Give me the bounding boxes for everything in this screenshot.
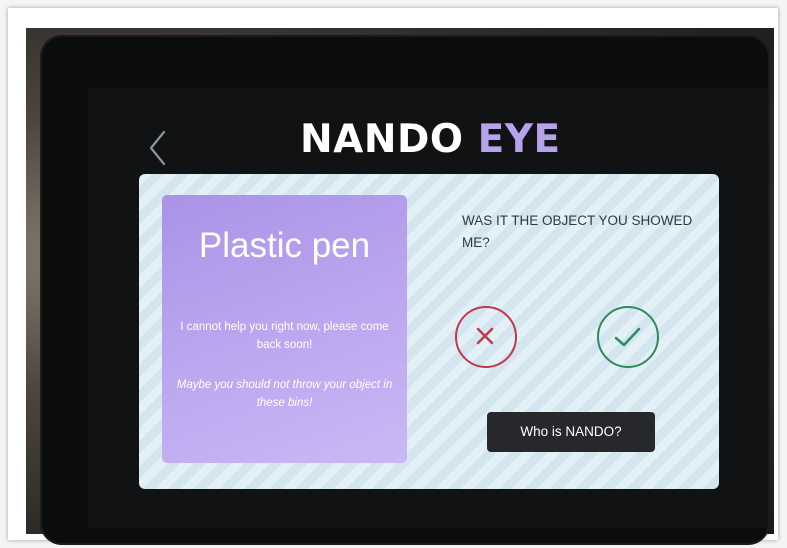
confirm-button[interactable]	[597, 306, 659, 368]
check-icon	[614, 327, 641, 347]
object-name: Plastic pen	[198, 226, 371, 265]
confirmation-question: WAS IT THE OBJECT YOU SHOWED ME?	[462, 213, 693, 250]
title-word-nando: NANDO	[300, 117, 464, 162]
title-word-eye: EYE	[477, 117, 561, 162]
who-is-nando-button[interactable]: Who is NANDO?	[487, 412, 655, 452]
chevron-left-icon[interactable]	[146, 128, 170, 168]
x-icon	[476, 327, 494, 345]
reject-button[interactable]	[455, 306, 517, 368]
bin-hint-message: Maybe you should not throw your object i…	[176, 379, 393, 409]
app-title: NANDO EYE	[300, 110, 600, 170]
unavailable-message: I cannot help you right now, please come…	[180, 321, 389, 351]
